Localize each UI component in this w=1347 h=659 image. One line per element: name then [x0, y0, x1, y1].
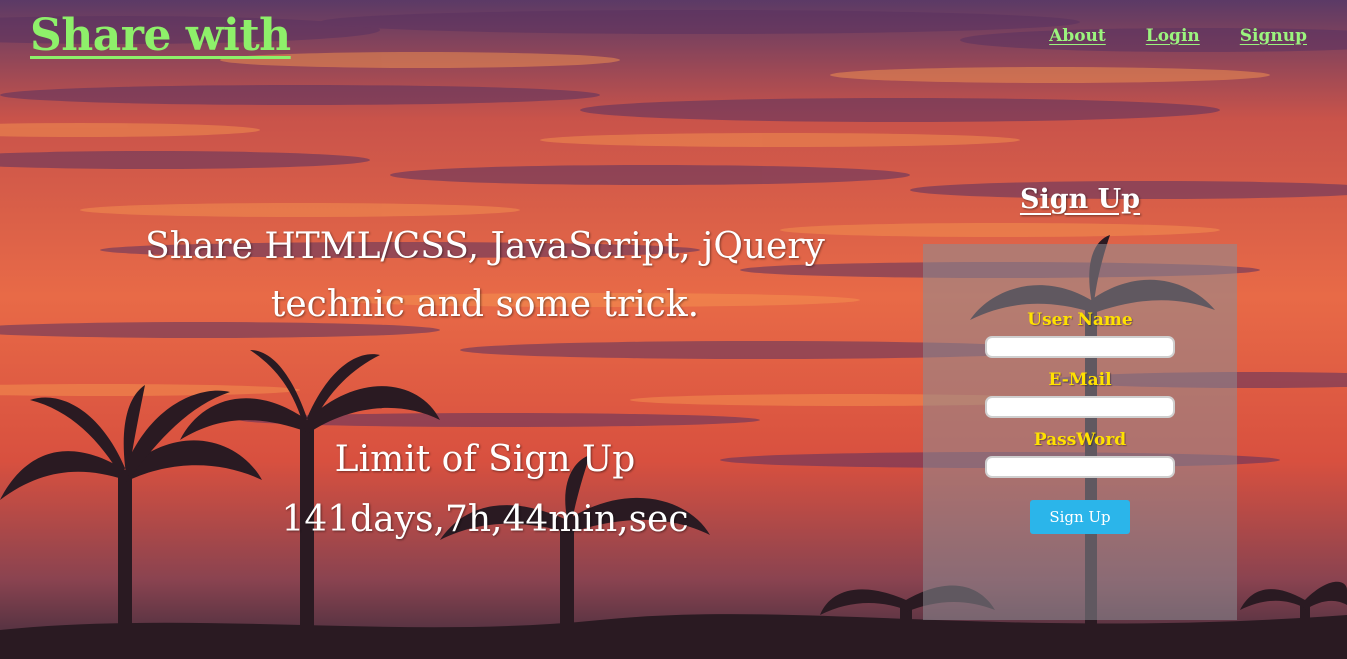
- signup-limit-title: Limit of Sign Up: [334, 439, 636, 480]
- hero-tagline-line1: Share HTML/CSS, JavaScript, jQuery: [145, 226, 825, 267]
- signup-form-panel: User Name E-Mail PassWord Sign Up: [923, 244, 1237, 620]
- signup-submit-button[interactable]: Sign Up: [1030, 500, 1130, 534]
- email-label: E-Mail: [1048, 370, 1112, 390]
- hero-section: Share HTML/CSS, JavaScript, jQuery techn…: [110, 218, 860, 550]
- nav-about-link[interactable]: About: [1049, 26, 1106, 46]
- signup-limit: Limit of Sign Up 141days,7h,44min,sec: [110, 430, 860, 550]
- password-input[interactable]: [985, 456, 1175, 478]
- username-input[interactable]: [985, 336, 1175, 358]
- hero-tagline: Share HTML/CSS, JavaScript, jQuery techn…: [110, 218, 860, 334]
- username-label: User Name: [1027, 310, 1133, 330]
- hero-tagline-line2: technic and some trick.: [270, 284, 700, 325]
- email-input[interactable]: [985, 396, 1175, 418]
- nav-login-link[interactable]: Login: [1146, 26, 1200, 46]
- password-label: PassWord: [1033, 430, 1127, 450]
- signup-heading: Sign Up: [1019, 184, 1141, 215]
- top-nav: About Login Signup: [1049, 26, 1307, 46]
- site-logo-link[interactable]: Share with: [30, 10, 291, 61]
- signup-form: User Name E-Mail PassWord Sign Up: [923, 306, 1237, 534]
- signup-countdown: 141days,7h,44min,sec: [281, 499, 689, 540]
- nav-signup-link[interactable]: Signup: [1240, 26, 1307, 46]
